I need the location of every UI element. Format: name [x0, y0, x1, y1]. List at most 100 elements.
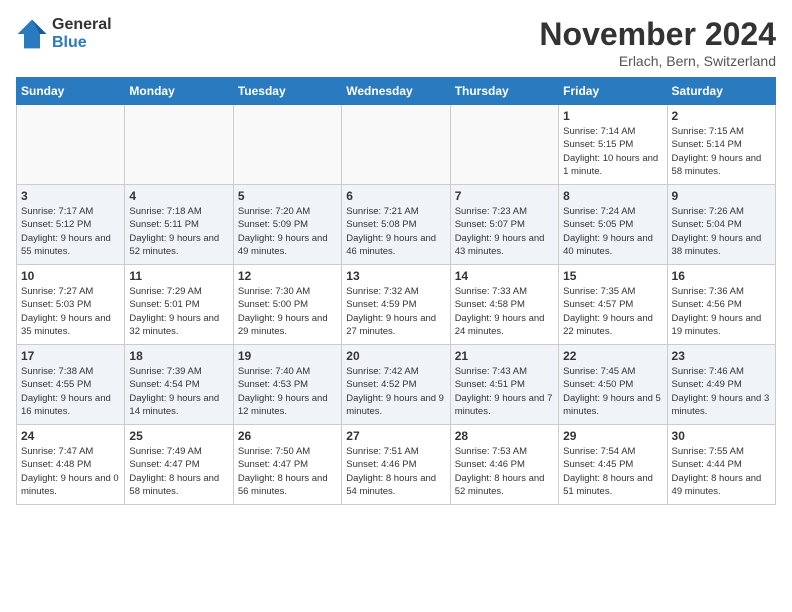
calendar-header-monday: Monday [125, 78, 233, 105]
calendar-cell: 23 Sunrise: 7:46 AM Sunset: 4:49 PM Dayli… [667, 345, 775, 425]
day-number: 8 [563, 189, 662, 203]
day-number: 26 [238, 429, 337, 443]
day-info: Sunrise: 7:32 AM Sunset: 4:59 PM Dayligh… [346, 285, 445, 338]
calendar-cell: 15Sunrise: 7:35 AM Sunset: 4:57 PM Dayli… [559, 265, 667, 345]
logo: General Blue [16, 16, 112, 52]
calendar-header-tuesday: Tuesday [233, 78, 341, 105]
calendar-cell [125, 105, 233, 185]
day-info: Sunrise: 7:45 AM Sunset: 4:50 PM Dayligh… [563, 365, 662, 418]
day-info: Sunrise: 7:50 AM Sunset: 4:47 PM Dayligh… [238, 445, 337, 498]
calendar-cell: 25 Sunrise: 7:49 AM Sunset: 4:47 PM Dayli… [125, 425, 233, 505]
day-info: Sunrise: 7:42 AM Sunset: 4:52 PM Dayligh… [346, 365, 445, 418]
day-info: Sunrise: 7:33 AM Sunset: 4:58 PM Dayligh… [455, 285, 554, 338]
day-info: Sunrise: 7:47 AM Sunset: 4:48 PM Dayligh… [21, 445, 120, 498]
logo-icon [16, 18, 48, 50]
day-number: 24 [21, 429, 120, 443]
day-number: 22 [563, 349, 662, 363]
month-title: November 2024 [539, 16, 776, 53]
day-number: 6 [346, 189, 445, 203]
day-info: Sunrise: 7:30 AM Sunset: 5:00 PM Dayligh… [238, 285, 337, 338]
calendar-cell: 3 Sunrise: 7:17 AM Sunset: 5:12 PM Daylig… [17, 185, 125, 265]
calendar-header-sunday: Sunday [17, 78, 125, 105]
day-number: 14 [455, 269, 554, 283]
day-number: 23 [672, 349, 771, 363]
calendar-header-wednesday: Wednesday [342, 78, 450, 105]
day-info: Sunrise: 7:26 AM Sunset: 5:04 PM Dayligh… [672, 205, 771, 258]
calendar-cell: 10Sunrise: 7:27 AM Sunset: 5:03 PM Dayli… [17, 265, 125, 345]
calendar-header-thursday: Thursday [450, 78, 558, 105]
calendar-cell: 19 Sunrise: 7:40 AM Sunset: 4:53 PM Dayli… [233, 345, 341, 425]
calendar-cell: 14 Sunrise: 7:33 AM Sunset: 4:58 PM Dayli… [450, 265, 558, 345]
day-info: Sunrise: 7:55 AM Sunset: 4:44 PM Dayligh… [672, 445, 771, 498]
day-info: Sunrise: 7:54 AM Sunset: 4:45 PM Dayligh… [563, 445, 662, 498]
calendar-cell: 5 Sunrise: 7:20 AM Sunset: 5:09 PM Daylig… [233, 185, 341, 265]
calendar-cell: 11Sunrise: 7:29 AM Sunset: 5:01 PM Dayli… [125, 265, 233, 345]
day-number: 7 [455, 189, 554, 203]
day-info: Sunrise: 7:21 AM Sunset: 5:08 PM Dayligh… [346, 205, 445, 258]
day-info: Sunrise: 7:35 AM Sunset: 4:57 PM Dayligh… [563, 285, 662, 338]
calendar-header-saturday: Saturday [667, 78, 775, 105]
day-info: Sunrise: 7:51 AM Sunset: 4:46 PM Dayligh… [346, 445, 445, 498]
day-info: Sunrise: 7:46 AM Sunset: 4:49 PM Dayligh… [672, 365, 771, 418]
day-number: 10 [21, 269, 120, 283]
calendar-cell: 9Sunrise: 7:26 AM Sunset: 5:04 PM Daylig… [667, 185, 775, 265]
day-number: 25 [129, 429, 228, 443]
calendar-cell: 1 Sunrise: 7:14 AM Sunset: 5:15 PM Daylig… [559, 105, 667, 185]
day-number: 29 [563, 429, 662, 443]
day-info: Sunrise: 7:14 AM Sunset: 5:15 PM Dayligh… [563, 125, 662, 178]
calendar-week-2: 3 Sunrise: 7:17 AM Sunset: 5:12 PM Daylig… [17, 185, 776, 265]
calendar-cell: 30Sunrise: 7:55 AM Sunset: 4:44 PM Dayli… [667, 425, 775, 505]
calendar-body: 1 Sunrise: 7:14 AM Sunset: 5:15 PM Daylig… [17, 105, 776, 505]
calendar-cell: 12 Sunrise: 7:30 AM Sunset: 5:00 PM Dayli… [233, 265, 341, 345]
calendar-header-row: SundayMondayTuesdayWednesdayThursdayFrid… [17, 78, 776, 105]
day-number: 11 [129, 269, 228, 283]
day-number: 27 [346, 429, 445, 443]
calendar-cell: 8 Sunrise: 7:24 AM Sunset: 5:05 PM Daylig… [559, 185, 667, 265]
calendar-cell [233, 105, 341, 185]
day-info: Sunrise: 7:36 AM Sunset: 4:56 PM Dayligh… [672, 285, 771, 338]
day-number: 3 [21, 189, 120, 203]
location: Erlach, Bern, Switzerland [539, 53, 776, 69]
day-info: Sunrise: 7:38 AM Sunset: 4:55 PM Dayligh… [21, 365, 120, 418]
calendar-cell: 29 Sunrise: 7:54 AM Sunset: 4:45 PM Dayli… [559, 425, 667, 505]
calendar-week-5: 24 Sunrise: 7:47 AM Sunset: 4:48 PM Dayli… [17, 425, 776, 505]
calendar-header-friday: Friday [559, 78, 667, 105]
day-number: 4 [129, 189, 228, 203]
calendar-cell [17, 105, 125, 185]
day-info: Sunrise: 7:39 AM Sunset: 4:54 PM Dayligh… [129, 365, 228, 418]
calendar-cell: 18 Sunrise: 7:39 AM Sunset: 4:54 PM Dayli… [125, 345, 233, 425]
day-info: Sunrise: 7:24 AM Sunset: 5:05 PM Dayligh… [563, 205, 662, 258]
header: General Blue November 2024 Erlach, Bern,… [16, 16, 776, 69]
calendar-cell: 20 Sunrise: 7:42 AM Sunset: 4:52 PM Dayli… [342, 345, 450, 425]
title-area: November 2024 Erlach, Bern, Switzerland [539, 16, 776, 69]
calendar-cell: 26 Sunrise: 7:50 AM Sunset: 4:47 PM Dayli… [233, 425, 341, 505]
day-number: 12 [238, 269, 337, 283]
day-number: 5 [238, 189, 337, 203]
day-number: 17 [21, 349, 120, 363]
calendar-cell: 22 Sunrise: 7:45 AM Sunset: 4:50 PM Dayli… [559, 345, 667, 425]
calendar-cell: 4 Sunrise: 7:18 AM Sunset: 5:11 PM Daylig… [125, 185, 233, 265]
day-info: Sunrise: 7:40 AM Sunset: 4:53 PM Dayligh… [238, 365, 337, 418]
day-number: 19 [238, 349, 337, 363]
calendar-cell: 7Sunrise: 7:23 AM Sunset: 5:07 PM Daylig… [450, 185, 558, 265]
calendar-cell: 6 Sunrise: 7:21 AM Sunset: 5:08 PM Daylig… [342, 185, 450, 265]
calendar-cell: 28Sunrise: 7:53 AM Sunset: 4:46 PM Dayli… [450, 425, 558, 505]
day-info: Sunrise: 7:43 AM Sunset: 4:51 PM Dayligh… [455, 365, 554, 418]
calendar-week-4: 17 Sunrise: 7:38 AM Sunset: 4:55 PM Dayli… [17, 345, 776, 425]
calendar-cell: 17 Sunrise: 7:38 AM Sunset: 4:55 PM Dayli… [17, 345, 125, 425]
day-info: Sunrise: 7:17 AM Sunset: 5:12 PM Dayligh… [21, 205, 120, 258]
day-info: Sunrise: 7:49 AM Sunset: 4:47 PM Dayligh… [129, 445, 228, 498]
day-number: 13 [346, 269, 445, 283]
day-info: Sunrise: 7:53 AM Sunset: 4:46 PM Dayligh… [455, 445, 554, 498]
calendar-week-1: 1 Sunrise: 7:14 AM Sunset: 5:15 PM Daylig… [17, 105, 776, 185]
calendar-cell: 16Sunrise: 7:36 AM Sunset: 4:56 PM Dayli… [667, 265, 775, 345]
day-number: 1 [563, 109, 662, 123]
day-number: 21 [455, 349, 554, 363]
calendar-cell [450, 105, 558, 185]
day-number: 18 [129, 349, 228, 363]
logo-text: General Blue [52, 16, 112, 52]
day-info: Sunrise: 7:20 AM Sunset: 5:09 PM Dayligh… [238, 205, 337, 258]
day-info: Sunrise: 7:18 AM Sunset: 5:11 PM Dayligh… [129, 205, 228, 258]
day-info: Sunrise: 7:15 AM Sunset: 5:14 PM Dayligh… [672, 125, 771, 178]
day-number: 20 [346, 349, 445, 363]
